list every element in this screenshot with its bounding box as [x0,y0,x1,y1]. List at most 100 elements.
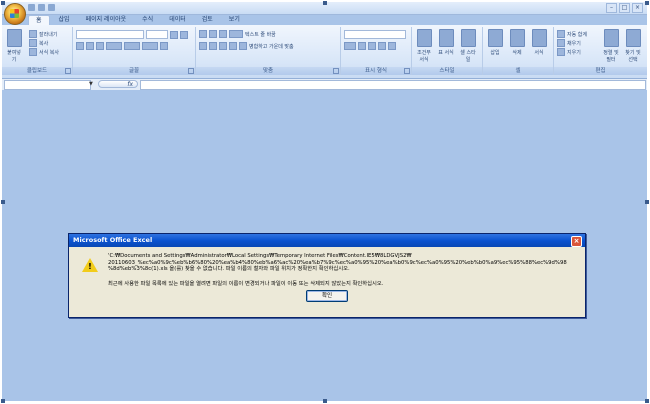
font-group: 글꼴 [73,27,196,75]
font-name-combo[interactable] [76,30,144,39]
orientation-icon[interactable] [229,30,243,38]
undo-icon[interactable] [38,4,45,11]
selection-handle[interactable] [645,399,649,403]
tab-data[interactable]: 데이터 [162,15,193,25]
align-right-icon[interactable] [219,42,227,50]
dialog-title: Microsoft Office Excel [69,234,585,247]
percent-icon[interactable] [358,42,366,50]
copy-label: 복사 [39,40,49,47]
wrap-text-button[interactable]: 텍스트 줄 바꿈 [245,31,276,38]
font-size-combo[interactable] [146,30,168,39]
underline-icon[interactable] [96,42,104,50]
format-as-table-button[interactable]: 표 서식 [437,29,455,56]
format-cells-button[interactable]: 서식 [530,29,548,56]
format-painter-button[interactable]: 서식 복사 [29,48,59,56]
cell-styles-button[interactable]: 셀 스타일 [459,29,477,63]
autosum-button[interactable]: 자동 합계 [557,30,587,38]
selection-handle[interactable] [1,1,5,5]
alignment-group: 텍스트 줄 바꿈 병합하고 가운데 맞춤 맞춤 [196,27,341,75]
excel-window: – □ × 홈 삽입 페이지 레이아웃 수식 데이터 검토 보기 붙여넣기 잘라… [2,2,647,401]
styles-group: 조건부 서식 표 서식 셀 스타일 스타일 [412,27,483,75]
selection-handle[interactable] [323,399,327,403]
shrink-font-icon[interactable] [180,30,188,39]
fill-color-icon[interactable] [124,42,140,50]
decrease-indent-icon[interactable] [229,42,237,50]
insert-cells-icon [487,29,503,47]
dialog-close-icon[interactable]: × [571,236,582,247]
increase-decimal-icon[interactable] [378,42,386,50]
ribbon-tabs: 홈 삽입 페이지 레이아웃 수식 데이터 검토 보기 [28,15,247,25]
grow-font-icon[interactable] [170,30,178,39]
close-window-button[interactable]: × [632,3,643,13]
minimize-button[interactable]: – [606,3,617,13]
paste-button[interactable]: 붙여넣기 [5,29,23,63]
conditional-format-label: 조건부 서식 [417,50,431,63]
alignment-launcher-icon[interactable] [333,68,339,74]
redo-icon[interactable] [48,4,55,11]
cut-button[interactable]: 잘라내기 [29,30,57,38]
formula-input[interactable] [140,80,646,90]
font-color-icon[interactable] [142,42,158,50]
selection-handle[interactable] [645,1,649,5]
clear-button[interactable]: 지우기 [557,48,581,56]
fill-button[interactable]: 채우기 [557,39,581,47]
eraser-icon [557,48,565,56]
selection-handle[interactable] [645,200,649,204]
selection-handle[interactable] [1,200,5,204]
align-bottom-icon[interactable] [219,30,227,38]
find-select-button[interactable]: 찾기 및 선택 [623,29,643,63]
italic-icon[interactable] [86,42,94,50]
bold-icon[interactable] [76,42,84,50]
fill-down-icon [557,39,565,47]
phonetic-icon[interactable] [160,42,168,50]
copy-button[interactable]: 복사 [29,39,48,47]
sort-filter-button[interactable]: 정렬 및 필터 [601,29,621,63]
align-center-icon[interactable] [209,42,217,50]
fill-label: 채우기 [567,40,581,47]
cells-group: 삽입 삭제 서식 셀 [483,27,554,75]
number-format-combo[interactable] [344,30,406,39]
scissors-icon [29,30,37,38]
insert-cells-button[interactable]: 삽입 [486,29,504,56]
align-top-icon[interactable] [199,30,207,38]
binoculars-icon [625,29,641,47]
cell-styles-label: 셀 스타일 [460,50,476,63]
increase-indent-icon[interactable] [239,42,247,50]
tab-view[interactable]: 보기 [222,15,247,25]
tab-insert[interactable]: 삽입 [52,15,77,25]
conditional-format-button[interactable]: 조건부 서식 [415,29,433,63]
align-middle-icon[interactable] [209,30,217,38]
conditional-format-icon [416,29,432,47]
name-box[interactable] [4,80,91,90]
tab-review[interactable]: 검토 [195,15,220,25]
format-cells-icon [531,29,547,47]
selection-handle[interactable] [323,1,327,5]
align-left-icon[interactable] [199,42,207,50]
font-group-label: 글꼴 [73,67,195,75]
warning-exclamation: ! [88,262,92,271]
autosum-label: 자동 합계 [567,31,587,38]
selection-handle[interactable] [1,399,5,403]
border-icon[interactable] [106,42,122,50]
maximize-button[interactable]: □ [619,3,630,13]
tab-page-layout[interactable]: 페이지 레이아웃 [79,15,134,25]
chevron-down-icon[interactable]: ▼ [89,81,93,87]
insert-cells-label: 삽입 [490,50,500,56]
tab-formulas[interactable]: 수식 [135,15,160,25]
comma-icon[interactable] [368,42,376,50]
number-launcher-icon[interactable] [404,68,410,74]
decrease-decimal-icon[interactable] [388,42,396,50]
merge-center-button[interactable]: 병합하고 가운데 맞춤 [249,43,294,50]
ok-button[interactable]: 확인 [306,290,348,302]
currency-icon[interactable] [344,42,356,50]
sort-filter-icon [603,29,619,47]
office-button[interactable] [4,3,26,25]
font-launcher-icon[interactable] [188,68,194,74]
delete-cells-button[interactable]: 삭제 [508,29,526,56]
clipboard-launcher-icon[interactable] [65,68,71,74]
sort-filter-label: 정렬 및 필터 [603,50,619,63]
insert-function-button[interactable]: fx [98,80,138,88]
save-icon[interactable] [28,4,35,11]
tab-home[interactable]: 홈 [28,15,50,25]
dialog-message: 'C:₩Documents and Settings₩Administrator… [108,253,578,273]
